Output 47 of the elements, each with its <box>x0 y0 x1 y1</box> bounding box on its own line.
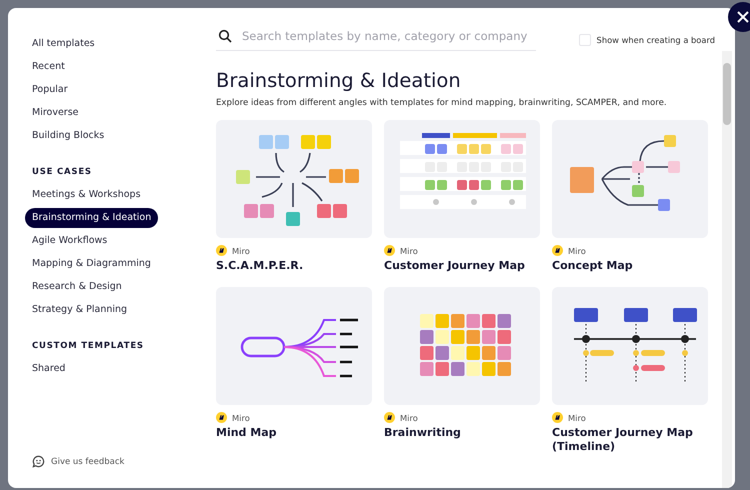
template-title[interactable]: Customer Journey Map <box>384 259 540 273</box>
sidebar-item[interactable]: Agile Workflows <box>25 230 114 250</box>
template-thumbnail[interactable] <box>384 287 540 405</box>
sidebar-item[interactable]: Building Blocks <box>25 126 112 146</box>
author-logo-icon <box>216 245 227 256</box>
template-thumbnail[interactable] <box>552 120 708 238</box>
close-icon <box>736 10 750 24</box>
page-heading: Brainstorming & Ideation <box>216 69 462 92</box>
template-thumbnail[interactable] <box>216 287 372 405</box>
page-description: Explore ideas from different angles with templates for mind mapping, brainwriting, SCAMPER, and more. <box>216 98 668 108</box>
author-name: Miro <box>400 246 418 256</box>
checkbox-label: Show when creating a board <box>596 34 715 44</box>
sidebar-item[interactable]: Miroverse <box>25 102 86 122</box>
template-title[interactable]: Brainwriting <box>384 426 540 440</box>
sidebar-item[interactable]: Shared <box>25 358 72 378</box>
scrollbar[interactable] <box>722 51 732 488</box>
sidebar-item[interactable]: Research & Design <box>25 276 129 296</box>
search-icon <box>218 29 232 43</box>
section-heading: CUSTOM TEMPLATES <box>32 341 145 351</box>
section-heading: USE CASES <box>32 167 93 177</box>
sidebar-item[interactable]: Recent <box>25 56 72 76</box>
sidebar-item[interactable]: Popular <box>25 80 75 100</box>
author-logo-icon <box>384 412 395 423</box>
template-thumbnail[interactable] <box>216 120 372 238</box>
template-thumbnail[interactable] <box>384 120 540 238</box>
template-title[interactable]: Concept Map <box>552 259 708 273</box>
template-thumbnail[interactable] <box>552 287 708 405</box>
chat-bubble-icon <box>32 455 45 468</box>
sidebar-item[interactable]: All templates <box>25 34 102 54</box>
author-logo-icon <box>552 412 563 423</box>
author-name: Miro <box>568 246 586 256</box>
template-title[interactable]: S.C.A.M.P.E.R. <box>216 259 372 273</box>
author-name: Miro <box>568 412 586 422</box>
sidebar-item[interactable]: Meetings & Workshops <box>25 184 148 204</box>
author-logo-icon <box>216 412 227 423</box>
author-name: Miro <box>232 246 250 256</box>
author-logo-icon <box>384 245 395 256</box>
template-title[interactable]: Customer Journey Map (Timeline) <box>552 426 708 454</box>
author-logo-icon <box>552 245 563 256</box>
sidebar-item[interactable]: Brainstorming & Ideation <box>25 208 158 228</box>
checkbox[interactable] <box>578 34 591 46</box>
feedback-link[interactable]: Give us feedback <box>32 455 206 468</box>
author-name: Miro <box>400 412 418 422</box>
sidebar-item[interactable]: Mapping & Diagramming <box>25 254 158 274</box>
template-title[interactable]: Mind Map <box>216 426 372 440</box>
author-name: Miro <box>232 412 250 422</box>
sidebar-item[interactable]: Strategy & Planning <box>25 300 134 320</box>
